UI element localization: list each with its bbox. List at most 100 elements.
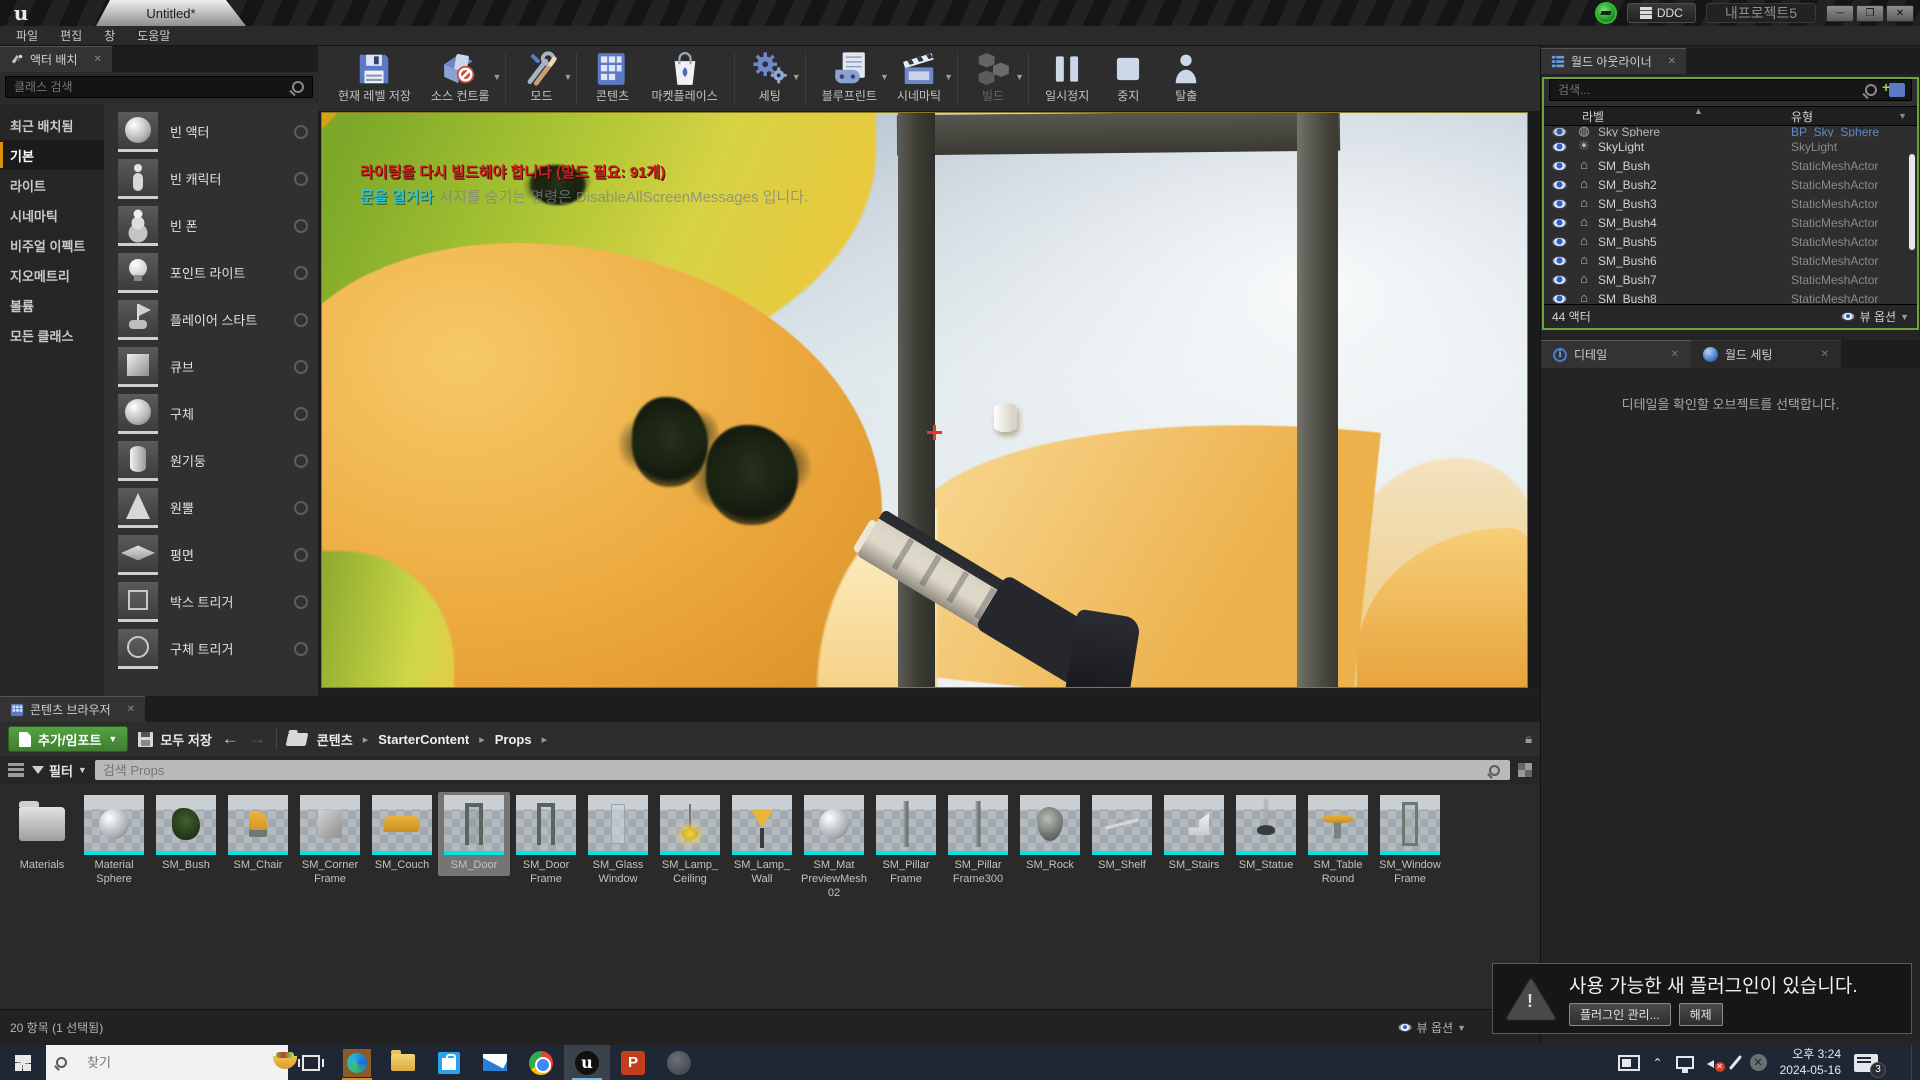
toolbar-blueprint-button[interactable]: 블루프린트▼ bbox=[812, 46, 887, 111]
outliner-row[interactable]: ⌂SM_Bush8StaticMeshActor bbox=[1544, 289, 1917, 304]
action-center-button[interactable]: 3 bbox=[1854, 1054, 1878, 1072]
outliner-search-input[interactable] bbox=[1550, 83, 1865, 97]
close-icon[interactable]: ✕ bbox=[1671, 349, 1679, 360]
asset-tile[interactable]: SM_Couch bbox=[366, 792, 438, 876]
pen-icon[interactable] bbox=[1728, 1055, 1741, 1070]
minimize-button[interactable]: ─ bbox=[1826, 5, 1854, 22]
drag-grip-icon[interactable] bbox=[294, 501, 308, 515]
asset-tile[interactable]: SM_Mat PreviewMesh 02 bbox=[798, 792, 870, 903]
back-button[interactable]: ← bbox=[222, 729, 239, 749]
asset-tile[interactable]: SM_Pillar Frame bbox=[870, 792, 942, 890]
place-item[interactable]: 빈 캐릭터 bbox=[118, 155, 318, 202]
filter-button[interactable]: 필터 ▼ bbox=[32, 761, 87, 780]
asset-tile[interactable]: SM_Bush bbox=[150, 792, 222, 876]
asset-tile[interactable]: SM_Window Frame bbox=[1374, 792, 1446, 890]
class-search-box[interactable] bbox=[5, 76, 313, 98]
drag-grip-icon[interactable] bbox=[294, 642, 308, 656]
drag-grip-icon[interactable] bbox=[294, 360, 308, 374]
outliner-row[interactable]: ⌂SM_Bush4StaticMeshActor bbox=[1544, 213, 1917, 232]
toolbar-modes-button[interactable]: 모드▼ bbox=[512, 46, 570, 111]
taskbar-search-input[interactable] bbox=[85, 1054, 265, 1071]
place-item[interactable]: 박스 트리거 bbox=[118, 578, 318, 625]
dismiss-button[interactable]: 해제 bbox=[1679, 1003, 1723, 1026]
close-button[interactable]: ✕ bbox=[1886, 5, 1914, 22]
toolbar-eject-button[interactable]: 탈출 bbox=[1157, 46, 1215, 111]
menu-item-도움말[interactable]: 도움말 bbox=[127, 25, 180, 46]
category-모든 클래스[interactable]: 모든 클래스 bbox=[0, 320, 104, 350]
tab-details[interactable]: i 디테일✕ bbox=[1541, 340, 1691, 368]
toolbar-source-button[interactable]: 소스 컨트롤▼ bbox=[421, 46, 500, 111]
toolbar-content-button[interactable]: 콘텐츠 bbox=[583, 46, 641, 111]
asset-tile[interactable]: SM_Lamp_ Ceiling bbox=[654, 792, 726, 890]
ddc-button[interactable]: DDC bbox=[1627, 3, 1696, 23]
forward-button[interactable]: → bbox=[249, 729, 266, 749]
outliner-row[interactable]: ⌂SM_BushStaticMeshActor bbox=[1544, 156, 1917, 175]
drag-grip-icon[interactable] bbox=[294, 266, 308, 280]
class-search-input[interactable] bbox=[6, 80, 292, 94]
drag-grip-icon[interactable] bbox=[294, 548, 308, 562]
breadcrumb-Props[interactable]: Props bbox=[495, 732, 532, 747]
place-item[interactable]: 구체 트리거 bbox=[118, 625, 318, 672]
task-view-button[interactable] bbox=[288, 1045, 334, 1080]
asset-tile[interactable]: SM_Lamp_ Wall bbox=[726, 792, 798, 890]
chevron-down-icon[interactable]: ▼ bbox=[944, 72, 953, 82]
drag-grip-icon[interactable] bbox=[294, 454, 308, 468]
toolbar-save-button[interactable]: 현재 레벨 저장 bbox=[328, 46, 421, 111]
asset-tile[interactable]: SM_Door Frame bbox=[510, 792, 582, 890]
viewport[interactable]: 라이팅을 다시 빌드해야 합니다 (빌드 필요: 91개) 문을 열거라시지를 … bbox=[321, 112, 1528, 688]
unreal-taskbar-button[interactable]: u bbox=[564, 1045, 610, 1080]
breadcrumb-StarterContent[interactable]: StarterContent bbox=[378, 732, 469, 747]
visibility-eye-icon[interactable] bbox=[1552, 127, 1567, 137]
tab-world-outliner[interactable]: 월드 아웃라이너✕ bbox=[1541, 48, 1686, 74]
visibility-eye-icon[interactable] bbox=[1552, 275, 1567, 285]
taskbar-clock[interactable]: 오후 3:24 2024-05-16 bbox=[1780, 1047, 1841, 1078]
category-라이트[interactable]: 라이트 bbox=[0, 170, 104, 200]
drag-grip-icon[interactable] bbox=[294, 125, 308, 139]
toolbar-market-button[interactable]: 마켓플레이스 bbox=[641, 46, 727, 111]
close-icon[interactable]: ✕ bbox=[127, 704, 135, 715]
widgets-news-icon[interactable] bbox=[1618, 1055, 1640, 1071]
visibility-eye-icon[interactable] bbox=[1552, 161, 1567, 171]
network-icon[interactable] bbox=[1676, 1056, 1694, 1069]
asset-tile[interactable]: SM_Statue bbox=[1230, 792, 1302, 876]
toolbar-settings-button[interactable]: 세팅▼ bbox=[741, 46, 799, 111]
asset-tile[interactable]: SM_Table Round bbox=[1302, 792, 1374, 890]
actor-type[interactable]: BP_Sky_Sphere bbox=[1791, 126, 1917, 137]
asset-search-input[interactable] bbox=[95, 763, 1489, 778]
outliner-row[interactable]: ⌂SM_Bush5StaticMeshActor bbox=[1544, 232, 1917, 251]
asset-search-box[interactable] bbox=[95, 760, 1510, 780]
menu-item-창[interactable]: 창 bbox=[94, 25, 125, 46]
start-button[interactable] bbox=[0, 1045, 46, 1080]
visibility-eye-icon[interactable] bbox=[1552, 142, 1567, 152]
chevron-down-icon[interactable]: ▼ bbox=[493, 72, 502, 82]
category-시네마틱[interactable]: 시네마틱 bbox=[0, 200, 104, 230]
outliner-row[interactable]: ⌂SM_Bush7StaticMeshActor bbox=[1544, 270, 1917, 289]
visibility-eye-icon[interactable] bbox=[1552, 218, 1567, 228]
place-item[interactable]: 빈 폰 bbox=[118, 202, 318, 249]
chrome-taskbar-button[interactable] bbox=[518, 1045, 564, 1080]
chevron-down-icon[interactable]: ▼ bbox=[792, 72, 801, 82]
save-all-button[interactable]: 모두 저장 bbox=[138, 730, 211, 749]
visibility-eye-icon[interactable] bbox=[1552, 256, 1567, 266]
asset-tile[interactable]: SM_Rock bbox=[1014, 792, 1086, 876]
place-item[interactable]: 빈 액터 bbox=[118, 108, 318, 155]
toolbar-pause-button[interactable]: 일시정지 bbox=[1035, 46, 1099, 111]
chevron-down-icon[interactable]: ▼ bbox=[564, 72, 573, 82]
app-taskbar-button[interactable] bbox=[656, 1045, 702, 1080]
drag-grip-icon[interactable] bbox=[294, 172, 308, 186]
outliner-row[interactable]: ⌂SM_Bush2StaticMeshActor bbox=[1544, 175, 1917, 194]
taskbar-search-box[interactable] bbox=[46, 1045, 288, 1080]
outliner-scrollbar[interactable] bbox=[1909, 154, 1915, 250]
category-지오메트리[interactable]: 지오메트리 bbox=[0, 260, 104, 290]
outliner-search-box[interactable] bbox=[1549, 79, 1912, 101]
lock-icon[interactable]: 🔒︎ bbox=[1525, 731, 1532, 747]
drag-grip-icon[interactable] bbox=[294, 407, 308, 421]
add-level-icon[interactable] bbox=[1889, 83, 1905, 97]
close-icon[interactable]: ✕ bbox=[1668, 56, 1676, 67]
menu-item-편집[interactable]: 편집 bbox=[50, 25, 92, 46]
asset-tile[interactable]: Material Sphere bbox=[78, 792, 150, 890]
category-비주얼 이펙트[interactable]: 비주얼 이펙트 bbox=[0, 230, 104, 260]
asset-tile[interactable]: SM_Pillar Frame300 bbox=[942, 792, 1014, 890]
asset-tile[interactable]: SM_Glass Window bbox=[582, 792, 654, 890]
saved-filters-icon[interactable] bbox=[1518, 763, 1532, 777]
